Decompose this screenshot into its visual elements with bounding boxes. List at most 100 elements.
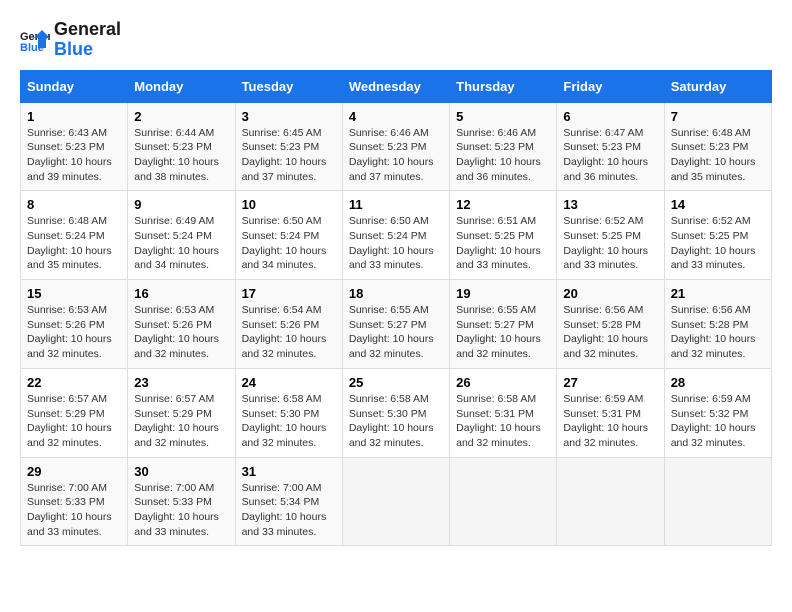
day-info: Sunrise: 6:57 AM Sunset: 5:29 PM Dayligh… [27, 392, 121, 451]
day-info: Sunrise: 6:50 AM Sunset: 5:24 PM Dayligh… [242, 214, 336, 273]
day-number: 31 [242, 464, 336, 479]
header-day-monday: Monday [128, 70, 235, 102]
calendar-cell: 30 Sunrise: 7:00 AM Sunset: 5:33 PM Dayli… [128, 457, 235, 546]
day-info: Sunrise: 6:52 AM Sunset: 5:25 PM Dayligh… [671, 214, 765, 273]
day-number: 3 [242, 109, 336, 124]
day-number: 19 [456, 286, 550, 301]
day-info: Sunrise: 6:55 AM Sunset: 5:27 PM Dayligh… [349, 303, 443, 362]
day-number: 30 [134, 464, 228, 479]
week-row-4: 22 Sunrise: 6:57 AM Sunset: 5:29 PM Dayli… [21, 368, 772, 457]
day-number: 10 [242, 197, 336, 212]
day-info: Sunrise: 6:59 AM Sunset: 5:32 PM Dayligh… [671, 392, 765, 451]
day-number: 29 [27, 464, 121, 479]
calendar-cell: 29 Sunrise: 7:00 AM Sunset: 5:33 PM Dayli… [21, 457, 128, 546]
day-info: Sunrise: 7:00 AM Sunset: 5:34 PM Dayligh… [242, 481, 336, 540]
calendar-cell: 23Sunrise: 6:57 AM Sunset: 5:29 PM Dayli… [128, 368, 235, 457]
calendar-cell: 28Sunrise: 6:59 AM Sunset: 5:32 PM Dayli… [664, 368, 771, 457]
day-info: Sunrise: 6:49 AM Sunset: 5:24 PM Dayligh… [134, 214, 228, 273]
day-number: 9 [134, 197, 228, 212]
calendar-body: 1 Sunrise: 6:43 AM Sunset: 5:23 PM Daylig… [21, 102, 772, 546]
day-number: 5 [456, 109, 550, 124]
header-day-sunday: Sunday [21, 70, 128, 102]
calendar-cell: 17 Sunrise: 6:54 AM Sunset: 5:26 PM Dayli… [235, 280, 342, 369]
day-info: Sunrise: 6:54 AM Sunset: 5:26 PM Dayligh… [242, 303, 336, 362]
calendar-cell: 2 Sunrise: 6:44 AM Sunset: 5:23 PM Daylig… [128, 102, 235, 191]
day-info: Sunrise: 6:47 AM Sunset: 5:23 PM Dayligh… [563, 126, 657, 185]
week-row-3: 15 Sunrise: 6:53 AM Sunset: 5:26 PM Dayli… [21, 280, 772, 369]
calendar-cell: 14 Sunrise: 6:52 AM Sunset: 5:25 PM Dayli… [664, 191, 771, 280]
day-info: Sunrise: 6:58 AM Sunset: 5:30 PM Dayligh… [349, 392, 443, 451]
day-number: 1 [27, 109, 121, 124]
calendar-cell: 10 Sunrise: 6:50 AM Sunset: 5:24 PM Dayli… [235, 191, 342, 280]
day-info: Sunrise: 6:48 AM Sunset: 5:23 PM Dayligh… [671, 126, 765, 185]
day-number: 20 [563, 286, 657, 301]
calendar-cell: 25 Sunrise: 6:58 AM Sunset: 5:30 PM Dayli… [342, 368, 449, 457]
day-info: Sunrise: 6:46 AM Sunset: 5:23 PM Dayligh… [349, 126, 443, 185]
calendar-cell: 1 Sunrise: 6:43 AM Sunset: 5:23 PM Daylig… [21, 102, 128, 191]
calendar-cell: 27Sunrise: 6:59 AM Sunset: 5:31 PM Dayli… [557, 368, 664, 457]
day-info: Sunrise: 6:44 AM Sunset: 5:23 PM Dayligh… [134, 126, 228, 185]
day-number: 11 [349, 197, 443, 212]
day-number: 17 [242, 286, 336, 301]
week-row-1: 1 Sunrise: 6:43 AM Sunset: 5:23 PM Daylig… [21, 102, 772, 191]
day-info: Sunrise: 6:58 AM Sunset: 5:30 PM Dayligh… [242, 392, 336, 451]
calendar-table: SundayMondayTuesdayWednesdayThursdayFrid… [20, 70, 772, 547]
day-info: Sunrise: 6:52 AM Sunset: 5:25 PM Dayligh… [563, 214, 657, 273]
calendar-cell: 3 Sunrise: 6:45 AM Sunset: 5:23 PM Daylig… [235, 102, 342, 191]
calendar-cell: 4 Sunrise: 6:46 AM Sunset: 5:23 PM Daylig… [342, 102, 449, 191]
calendar-cell: 18 Sunrise: 6:55 AM Sunset: 5:27 PM Dayli… [342, 280, 449, 369]
day-number: 18 [349, 286, 443, 301]
header-day-wednesday: Wednesday [342, 70, 449, 102]
calendar-cell [342, 457, 449, 546]
day-number: 21 [671, 286, 765, 301]
calendar-cell [664, 457, 771, 546]
calendar-cell: 31 Sunrise: 7:00 AM Sunset: 5:34 PM Dayli… [235, 457, 342, 546]
day-number: 8 [27, 197, 121, 212]
day-info: Sunrise: 6:46 AM Sunset: 5:23 PM Dayligh… [456, 126, 550, 185]
calendar-cell: 5 Sunrise: 6:46 AM Sunset: 5:23 PM Daylig… [450, 102, 557, 191]
day-number: 15 [27, 286, 121, 301]
calendar-cell: 12 Sunrise: 6:51 AM Sunset: 5:25 PM Dayli… [450, 191, 557, 280]
calendar-cell: 6 Sunrise: 6:47 AM Sunset: 5:23 PM Daylig… [557, 102, 664, 191]
calendar-cell: 26 Sunrise: 6:58 AM Sunset: 5:31 PM Dayli… [450, 368, 557, 457]
day-info: Sunrise: 6:50 AM Sunset: 5:24 PM Dayligh… [349, 214, 443, 273]
day-number: 24 [242, 375, 336, 390]
day-info: Sunrise: 6:51 AM Sunset: 5:25 PM Dayligh… [456, 214, 550, 273]
day-info: Sunrise: 6:45 AM Sunset: 5:23 PM Dayligh… [242, 126, 336, 185]
week-row-2: 8 Sunrise: 6:48 AM Sunset: 5:24 PM Daylig… [21, 191, 772, 280]
header-day-thursday: Thursday [450, 70, 557, 102]
calendar-cell: 19Sunrise: 6:55 AM Sunset: 5:27 PM Dayli… [450, 280, 557, 369]
calendar-cell [557, 457, 664, 546]
day-info: Sunrise: 6:58 AM Sunset: 5:31 PM Dayligh… [456, 392, 550, 451]
header-day-saturday: Saturday [664, 70, 771, 102]
logo-icon: General Blue [20, 28, 50, 52]
calendar-cell: 15 Sunrise: 6:53 AM Sunset: 5:26 PM Dayli… [21, 280, 128, 369]
calendar-cell: 16Sunrise: 6:53 AM Sunset: 5:26 PM Dayli… [128, 280, 235, 369]
calendar-cell: 13Sunrise: 6:52 AM Sunset: 5:25 PM Dayli… [557, 191, 664, 280]
day-number: 7 [671, 109, 765, 124]
day-number: 6 [563, 109, 657, 124]
day-info: Sunrise: 6:43 AM Sunset: 5:23 PM Dayligh… [27, 126, 121, 185]
calendar-cell: 9 Sunrise: 6:49 AM Sunset: 5:24 PM Daylig… [128, 191, 235, 280]
day-info: Sunrise: 7:00 AM Sunset: 5:33 PM Dayligh… [27, 481, 121, 540]
day-number: 4 [349, 109, 443, 124]
logo: General Blue General Blue [20, 20, 121, 60]
day-number: 2 [134, 109, 228, 124]
calendar-cell: 7 Sunrise: 6:48 AM Sunset: 5:23 PM Daylig… [664, 102, 771, 191]
day-number: 16 [134, 286, 228, 301]
calendar-cell: 20Sunrise: 6:56 AM Sunset: 5:28 PM Dayli… [557, 280, 664, 369]
day-info: Sunrise: 7:00 AM Sunset: 5:33 PM Dayligh… [134, 481, 228, 540]
calendar-cell: 8 Sunrise: 6:48 AM Sunset: 5:24 PM Daylig… [21, 191, 128, 280]
header-day-friday: Friday [557, 70, 664, 102]
day-number: 12 [456, 197, 550, 212]
day-number: 25 [349, 375, 443, 390]
day-number: 22 [27, 375, 121, 390]
day-info: Sunrise: 6:53 AM Sunset: 5:26 PM Dayligh… [27, 303, 121, 362]
day-info: Sunrise: 6:56 AM Sunset: 5:28 PM Dayligh… [671, 303, 765, 362]
day-number: 26 [456, 375, 550, 390]
day-info: Sunrise: 6:48 AM Sunset: 5:24 PM Dayligh… [27, 214, 121, 273]
calendar-cell: 22 Sunrise: 6:57 AM Sunset: 5:29 PM Dayli… [21, 368, 128, 457]
week-row-5: 29 Sunrise: 7:00 AM Sunset: 5:33 PM Dayli… [21, 457, 772, 546]
day-number: 14 [671, 197, 765, 212]
header: General Blue General Blue [20, 20, 772, 60]
